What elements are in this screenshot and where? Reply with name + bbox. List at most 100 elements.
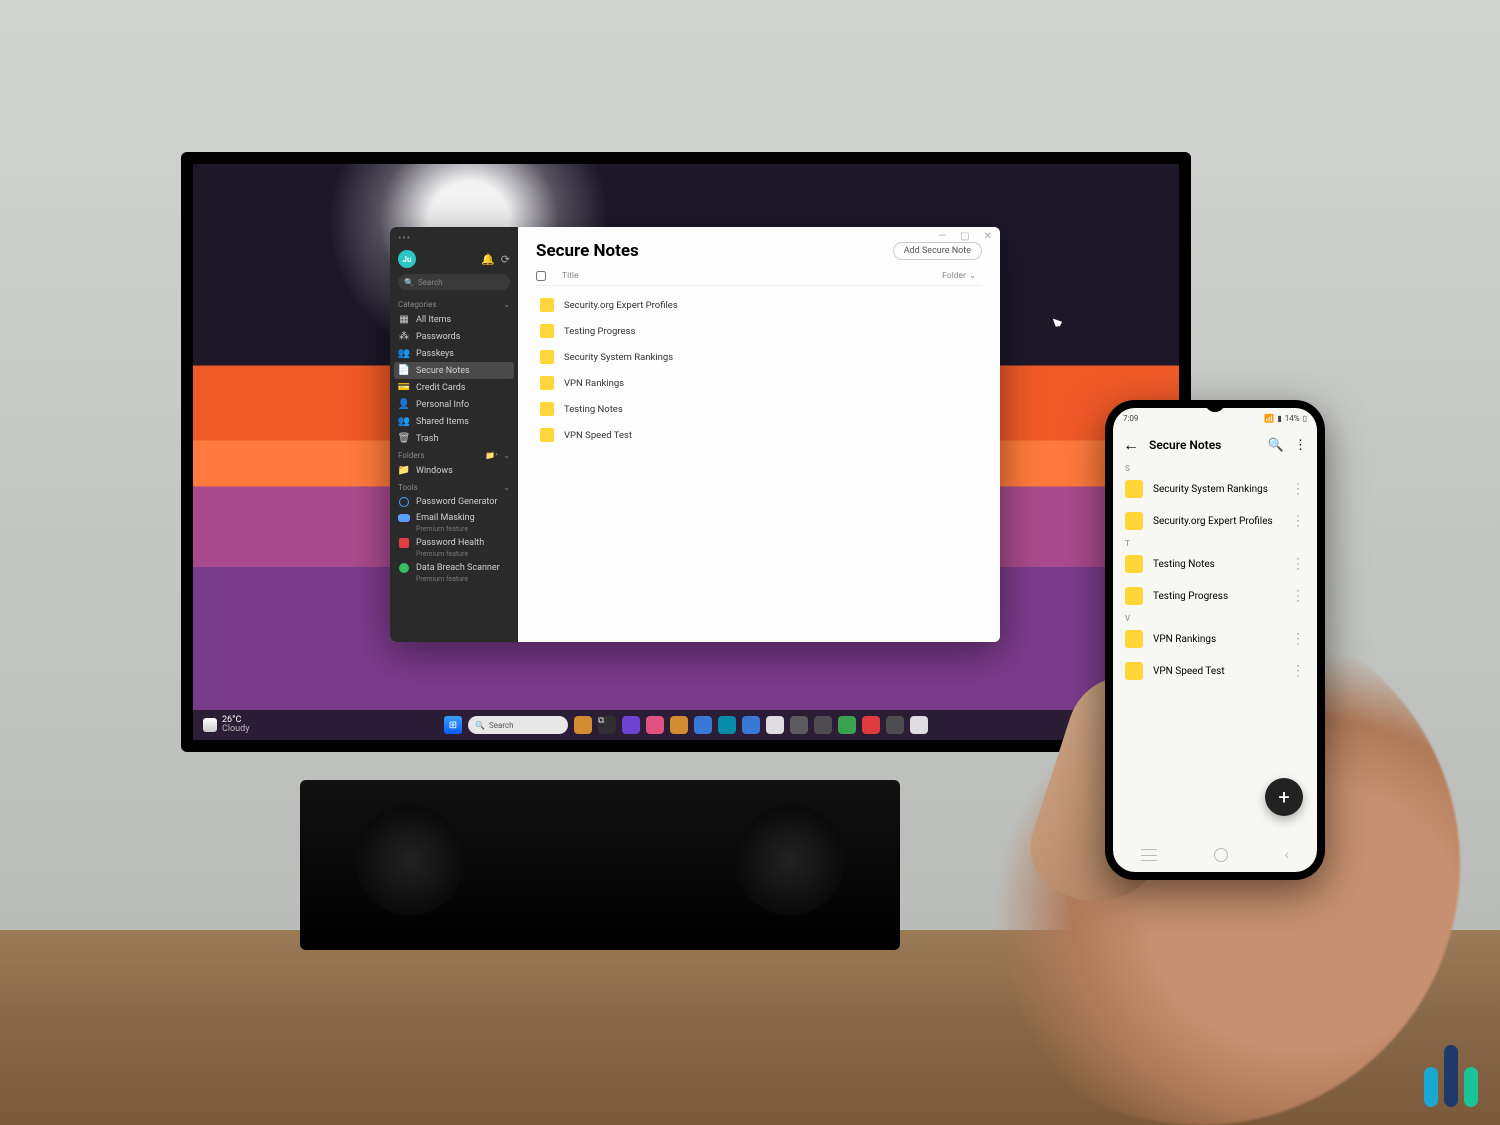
note-file-icon: [1125, 555, 1143, 573]
sync-icon[interactable]: ⟳: [501, 253, 510, 266]
weather-icon: [203, 718, 217, 732]
phone-note-row[interactable]: VPN Speed Test ⋮: [1113, 655, 1317, 687]
notifications-icon[interactable]: 🔔: [481, 253, 495, 266]
chevron-down-icon: ⌄: [969, 271, 976, 281]
sidebar-item-passkeys[interactable]: 👥 Passkeys: [390, 345, 518, 362]
sidebar-tool-email-masking[interactable]: Email Masking: [390, 510, 518, 526]
add-folder-icon[interactable]: 📁⁺: [485, 451, 498, 460]
taskbar-search-input[interactable]: 🔍 Search: [468, 716, 568, 734]
taskbar-app-icon[interactable]: [694, 716, 712, 734]
tools-collapse-icon[interactable]: ⌄: [503, 483, 510, 492]
note-row-more-icon[interactable]: ⋮: [1291, 485, 1305, 493]
list-group-header: S: [1113, 462, 1317, 473]
folders-collapse-icon[interactable]: ⌄: [503, 451, 510, 460]
taskbar-app-icon[interactable]: [574, 716, 592, 734]
taskbar-app-icon[interactable]: [838, 716, 856, 734]
phone-note-title: Security.org Expert Profiles: [1153, 516, 1281, 527]
search-icon[interactable]: 🔍: [1268, 438, 1284, 453]
phone-note-row[interactable]: Security.org Expert Profiles ⋮: [1113, 505, 1317, 537]
column-folder-label: Folder: [942, 271, 966, 281]
note-title: Testing Progress: [564, 326, 635, 337]
folders-header: Folders: [398, 451, 424, 460]
note-row-more-icon[interactable]: ⋮: [1291, 667, 1305, 675]
taskbar-app-icon[interactable]: [910, 716, 928, 734]
taskbar-app-icon[interactable]: [622, 716, 640, 734]
sidebar-item-personal-info[interactable]: 👤 Personal Info: [390, 396, 518, 413]
taskbar-explorer-icon[interactable]: [670, 716, 688, 734]
taskbar-app-icon[interactable]: [718, 716, 736, 734]
sidebar-item-label: Shared Items: [416, 417, 469, 427]
home-button[interactable]: [1214, 848, 1228, 862]
sidebar-search-input[interactable]: 🔍 Search: [398, 274, 510, 290]
note-row[interactable]: Testing Notes: [536, 396, 982, 422]
taskbar-app-icon[interactable]: [814, 716, 832, 734]
note-file-icon: [1125, 512, 1143, 530]
search-icon: 🔍: [475, 721, 485, 730]
back-nav-button[interactable]: ‹: [1284, 847, 1288, 863]
status-time: 7:09: [1123, 414, 1138, 423]
phone-page-title: Secure Notes: [1149, 438, 1258, 452]
phone-note-row[interactable]: Security System Rankings ⋮: [1113, 473, 1317, 505]
note-row-more-icon[interactable]: ⋮: [1291, 560, 1305, 568]
taskbar-task-view-icon[interactable]: ⧉: [598, 716, 616, 734]
taskbar-app-icon[interactable]: [886, 716, 904, 734]
start-button[interactable]: ⊞: [444, 716, 462, 734]
shared-icon: 👥: [398, 416, 410, 427]
taskbar-app-icon[interactable]: [742, 716, 760, 734]
list-group-header: T: [1113, 537, 1317, 548]
note-file-icon: [540, 298, 554, 312]
taskbar-chrome-icon[interactable]: [766, 716, 784, 734]
sidebar-item-label: Secure Notes: [416, 366, 470, 376]
tools-header: Tools: [398, 483, 418, 492]
phone-note-row[interactable]: VPN Rankings ⋮: [1113, 623, 1317, 655]
note-row[interactable]: Security.org Expert Profiles: [536, 292, 982, 318]
note-row-more-icon[interactable]: ⋮: [1291, 592, 1305, 600]
note-row-more-icon[interactable]: ⋮: [1291, 635, 1305, 643]
phone-note-row[interactable]: Testing Notes ⋮: [1113, 548, 1317, 580]
add-note-fab[interactable]: +: [1265, 778, 1303, 816]
soundbar-speaker: [300, 780, 900, 950]
window-menu-dots[interactable]: •••: [390, 227, 518, 244]
sidebar-item-trash[interactable]: 🗑 Trash: [390, 430, 518, 447]
back-button[interactable]: ←: [1123, 435, 1139, 455]
phone-note-row[interactable]: Testing Progress ⋮: [1113, 580, 1317, 612]
sidebar-item-shared-items[interactable]: 👥 Shared Items: [390, 413, 518, 430]
sidebar-tool-data-breach[interactable]: Data Breach Scanner: [390, 560, 518, 576]
sidebar-folder-windows[interactable]: 📁 Windows: [390, 462, 518, 479]
list-group-header: V: [1113, 612, 1317, 623]
note-row[interactable]: VPN Speed Test: [536, 422, 982, 448]
window-minimize-button[interactable]: —: [938, 231, 946, 242]
sidebar-tool-password-generator[interactable]: Password Generator: [390, 494, 518, 510]
note-title: Testing Notes: [564, 404, 623, 415]
note-row-more-icon[interactable]: ⋮: [1291, 517, 1305, 525]
categories-collapse-icon[interactable]: ⌄: [503, 300, 510, 309]
sidebar-item-passwords[interactable]: ⁂ Passwords: [390, 328, 518, 345]
heart-icon: [398, 538, 410, 548]
taskbar-app-icon[interactable]: [646, 716, 664, 734]
premium-label: Premium feature: [416, 550, 518, 558]
user-avatar[interactable]: Ju: [398, 250, 416, 268]
sidebar-item-label: Trash: [416, 434, 438, 444]
taskbar-app-icon[interactable]: [862, 716, 880, 734]
window-close-button[interactable]: ✕: [984, 231, 992, 242]
taskbar-settings-icon[interactable]: [790, 716, 808, 734]
sidebar-tool-password-health[interactable]: Password Health: [390, 535, 518, 551]
sidebar-item-credit-cards[interactable]: 💳 Credit Cards: [390, 379, 518, 396]
sidebar-item-label: All Items: [416, 315, 451, 325]
note-icon: 📄: [398, 365, 410, 376]
sidebar-item-secure-notes[interactable]: 📄 Secure Notes: [394, 362, 514, 379]
grid-icon: ▦: [398, 314, 410, 325]
sidebar-item-all-items[interactable]: ▦ All Items: [390, 311, 518, 328]
recents-button[interactable]: [1141, 849, 1157, 861]
taskbar-weather-widget[interactable]: 26°C Cloudy: [193, 716, 259, 734]
wifi-icon: 📶: [1264, 414, 1274, 423]
note-row[interactable]: VPN Rankings: [536, 370, 982, 396]
column-title[interactable]: Title: [562, 271, 579, 281]
note-row[interactable]: Security System Rankings: [536, 344, 982, 370]
column-folder[interactable]: Folder ⌄: [942, 271, 976, 281]
select-all-checkbox[interactable]: [536, 271, 546, 281]
add-secure-note-button[interactable]: Add Secure Note: [893, 242, 982, 260]
more-options-icon[interactable]: ⋮: [1294, 438, 1307, 453]
window-maximize-button[interactable]: ▢: [960, 231, 969, 242]
note-row[interactable]: Testing Progress: [536, 318, 982, 344]
